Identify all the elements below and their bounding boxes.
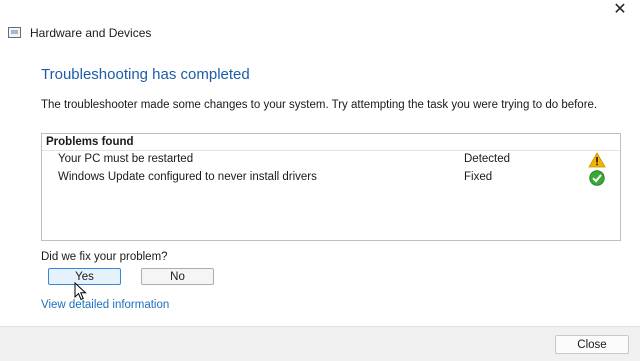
window-close-icon[interactable]: ✕ (610, 0, 630, 20)
problem-row[interactable]: Your PC must be restarted Detected (42, 152, 620, 170)
window-header: Hardware and Devices (0, 20, 640, 50)
hardware-devices-icon (8, 27, 21, 38)
problem-row[interactable]: Windows Update configured to never insta… (42, 170, 620, 188)
check-icon (588, 170, 606, 186)
view-detailed-information-link[interactable]: View detailed information (41, 299, 169, 311)
problems-found-list: Problems found Your PC must be restarted… (41, 133, 621, 241)
close-button[interactable]: Close (555, 335, 629, 354)
problem-status: Detected (464, 153, 511, 165)
warning-icon (588, 152, 606, 168)
feedback-question: Did we fix your problem? (41, 251, 168, 263)
title-bar: ✕ (0, 0, 640, 20)
problem-name: Windows Update configured to never insta… (58, 171, 317, 183)
problems-header: Problems found (46, 136, 134, 148)
description-text: The troubleshooter made some changes to … (41, 99, 598, 111)
footer-bar: Close (0, 326, 640, 361)
window-title: Hardware and Devices (30, 26, 152, 40)
page-heading: Troubleshooting has completed (41, 66, 250, 83)
divider (42, 150, 620, 151)
problem-status: Fixed (464, 171, 493, 183)
problem-name: Your PC must be restarted (58, 153, 194, 165)
no-button[interactable]: No (141, 268, 214, 285)
